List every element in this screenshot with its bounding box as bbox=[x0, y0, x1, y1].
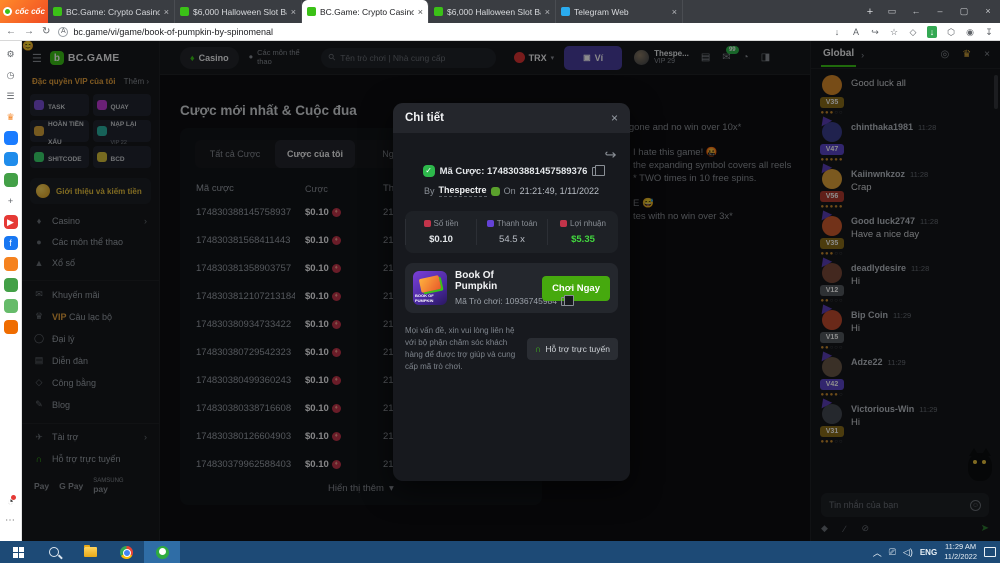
coccoc-brand-button[interactable]: cốc cốc bbox=[0, 0, 48, 23]
new-tab-button[interactable]: + bbox=[860, 0, 880, 23]
url-text[interactable]: bc.game/vi/game/book-of-pumpkin-by-spino… bbox=[73, 27, 273, 37]
tab-close-icon[interactable]: × bbox=[164, 7, 169, 17]
copy-icon[interactable] bbox=[561, 297, 569, 306]
window-controls: ▭←–▢× bbox=[880, 0, 1000, 23]
window-control-icon[interactable]: ▢ bbox=[952, 0, 976, 23]
rail-icons: ⚙◷☰♛+▶f bbox=[4, 47, 18, 334]
file-explorer-icon[interactable] bbox=[72, 541, 108, 563]
taskbar-clock[interactable]: 11:29 AM 11/2/2022 bbox=[944, 542, 977, 562]
taskbar-search-icon[interactable] bbox=[36, 541, 72, 563]
notifications-bell-icon[interactable]: ◔ bbox=[7, 496, 14, 508]
stat-icon bbox=[487, 220, 494, 227]
play-now-button[interactable]: Chơi Ngay bbox=[542, 276, 610, 301]
tab-favicon bbox=[561, 7, 570, 16]
bet-datetime: 21:21:49, 1/11/2022 bbox=[520, 186, 599, 196]
support-note: Mọi vấn đề, xin vui lòng liên hệ với bộ … bbox=[405, 325, 519, 373]
browser-tabs: BC.Game: Crypto Casino Gan × $6,000 Hall… bbox=[48, 0, 860, 23]
bet-details-modal: Chi tiết × ↪ ✓ Mã Cược: 1748303881457589… bbox=[393, 103, 630, 481]
game-card: BOOK OF PUMPKIN Book Of Pumpkin Mã Trò c… bbox=[405, 263, 618, 313]
bet-stat: Thanh toán 54.5 x bbox=[476, 219, 547, 245]
window-control-icon[interactable]: ▭ bbox=[880, 0, 904, 23]
tab-favicon bbox=[307, 7, 316, 16]
window-control-icon[interactable]: – bbox=[928, 0, 952, 23]
rail-more-icon[interactable]: ⋯ bbox=[5, 515, 16, 526]
browser-tab-bar: cốc cốc BC.Game: Crypto Casino Gan × $6,… bbox=[0, 0, 1000, 23]
bet-stat: Số tiền $0.10 bbox=[405, 219, 476, 245]
tab-title: $6,000 Halloween Slot Battle bbox=[447, 7, 541, 17]
verified-check-icon: ✓ bbox=[423, 165, 435, 177]
stat-value: 54.5 x bbox=[499, 234, 525, 245]
window-control-icon[interactable]: × bbox=[976, 0, 1000, 23]
bet-stat: Lợi nhuận $5.35 bbox=[547, 219, 618, 245]
tab-close-icon[interactable]: × bbox=[418, 7, 423, 17]
tab-title: Telegram Web bbox=[574, 7, 668, 17]
reload-icon[interactable]: ↻ bbox=[42, 27, 50, 37]
bet-stats: Số tiền $0.10 Thanh toán bbox=[405, 211, 618, 253]
tab-close-icon[interactable]: × bbox=[545, 7, 550, 17]
stat-value: $5.35 bbox=[571, 234, 595, 245]
browser-tab[interactable]: $6,000 Halloween Slot Battle × bbox=[429, 0, 556, 23]
copy-icon[interactable] bbox=[592, 167, 600, 176]
chrome-icon[interactable] bbox=[108, 541, 144, 563]
browser-address-bar: ← → ↻ A bc.game/vi/game/book-of-pumpkin-… bbox=[0, 23, 1000, 41]
coccoc-logo-icon bbox=[3, 7, 12, 16]
headset-icon: ∩ bbox=[535, 344, 542, 354]
stat-icon bbox=[424, 220, 431, 227]
tab-title: BC.Game: Crypto Casino Gan bbox=[320, 7, 414, 17]
browser-tab[interactable]: Telegram Web × bbox=[556, 0, 683, 23]
tab-title: BC.Game: Crypto Casino Gan bbox=[66, 7, 160, 17]
stat-value: $0.10 bbox=[429, 234, 453, 245]
browser-viewport: ⚙◷☰♛+▶f ◔ ⋯ ☰ b BC.GAME Đặc quyền VIP củ… bbox=[0, 41, 1000, 541]
modal-header: Chi tiết × bbox=[393, 103, 630, 133]
forward-icon[interactable]: → bbox=[24, 27, 34, 37]
browser-tab[interactable]: BC.Game: Crypto Casino Gan × bbox=[302, 0, 429, 23]
coccoc-taskbar-icon[interactable] bbox=[144, 541, 180, 563]
stat-icon bbox=[560, 220, 567, 227]
browser-tab[interactable]: $6,000 Halloween Slot Battle × bbox=[175, 0, 302, 23]
bcgame-page: ☰ b BC.GAME Đặc quyền VIP của tôi Thêm › bbox=[22, 41, 1000, 541]
share-icon[interactable]: ↪ bbox=[605, 147, 617, 163]
tray-expand-icon[interactable]: ︿ bbox=[873, 546, 882, 559]
live-support-button[interactable]: ∩ Hỗ trợ trực tuyến bbox=[527, 338, 618, 360]
screen: cốc cốc BC.Game: Crypto Casino Gan × $6,… bbox=[0, 0, 1000, 563]
browser-tab[interactable]: BC.Game: Crypto Casino Gan × bbox=[48, 0, 175, 23]
tab-close-icon[interactable]: × bbox=[291, 7, 296, 17]
system-tray: ︿ ⎚ ◁) ENG 11:29 AM 11/2/2022 bbox=[873, 542, 1000, 562]
coccoc-side-rail: ⚙◷☰♛+▶f ◔ ⋯ bbox=[0, 41, 22, 541]
game-name: Book Of Pumpkin bbox=[455, 270, 534, 292]
modal-title: Chi tiết bbox=[405, 112, 611, 124]
site-info-icon[interactable]: A bbox=[58, 27, 68, 37]
bet-id-value: 1748303881457589376 bbox=[487, 166, 587, 177]
address-bar-icons: ↓A↪☆◇↓⬡◉↧ bbox=[832, 26, 994, 38]
tab-favicon bbox=[180, 7, 189, 16]
game-thumbnail[interactable]: BOOK OF PUMPKIN bbox=[413, 271, 447, 305]
level-emblem-icon bbox=[491, 187, 500, 196]
tab-favicon bbox=[434, 7, 443, 16]
tab-close-icon[interactable]: × bbox=[672, 7, 677, 17]
bettor-username[interactable]: Thespectre bbox=[439, 185, 487, 197]
start-button[interactable] bbox=[0, 541, 36, 563]
coccoc-brand-label: cốc cốc bbox=[15, 7, 45, 16]
tab-favicon bbox=[53, 7, 62, 16]
modal-close-icon[interactable]: × bbox=[611, 111, 618, 125]
network-icon[interactable]: ⎚ bbox=[889, 547, 896, 558]
tab-title: $6,000 Halloween Slot Battle bbox=[193, 7, 287, 17]
back-icon[interactable]: ← bbox=[6, 27, 16, 37]
url-bar[interactable]: A bc.game/vi/game/book-of-pumpkin-by-spi… bbox=[58, 27, 824, 37]
language-indicator[interactable]: ENG bbox=[920, 548, 937, 557]
volume-icon[interactable]: ◁) bbox=[903, 547, 913, 558]
window-control-icon[interactable]: ← bbox=[904, 0, 928, 23]
windows-taskbar: ︿ ⎚ ◁) ENG 11:29 AM 11/2/2022 bbox=[0, 541, 1000, 563]
action-center-icon[interactable] bbox=[984, 547, 996, 557]
